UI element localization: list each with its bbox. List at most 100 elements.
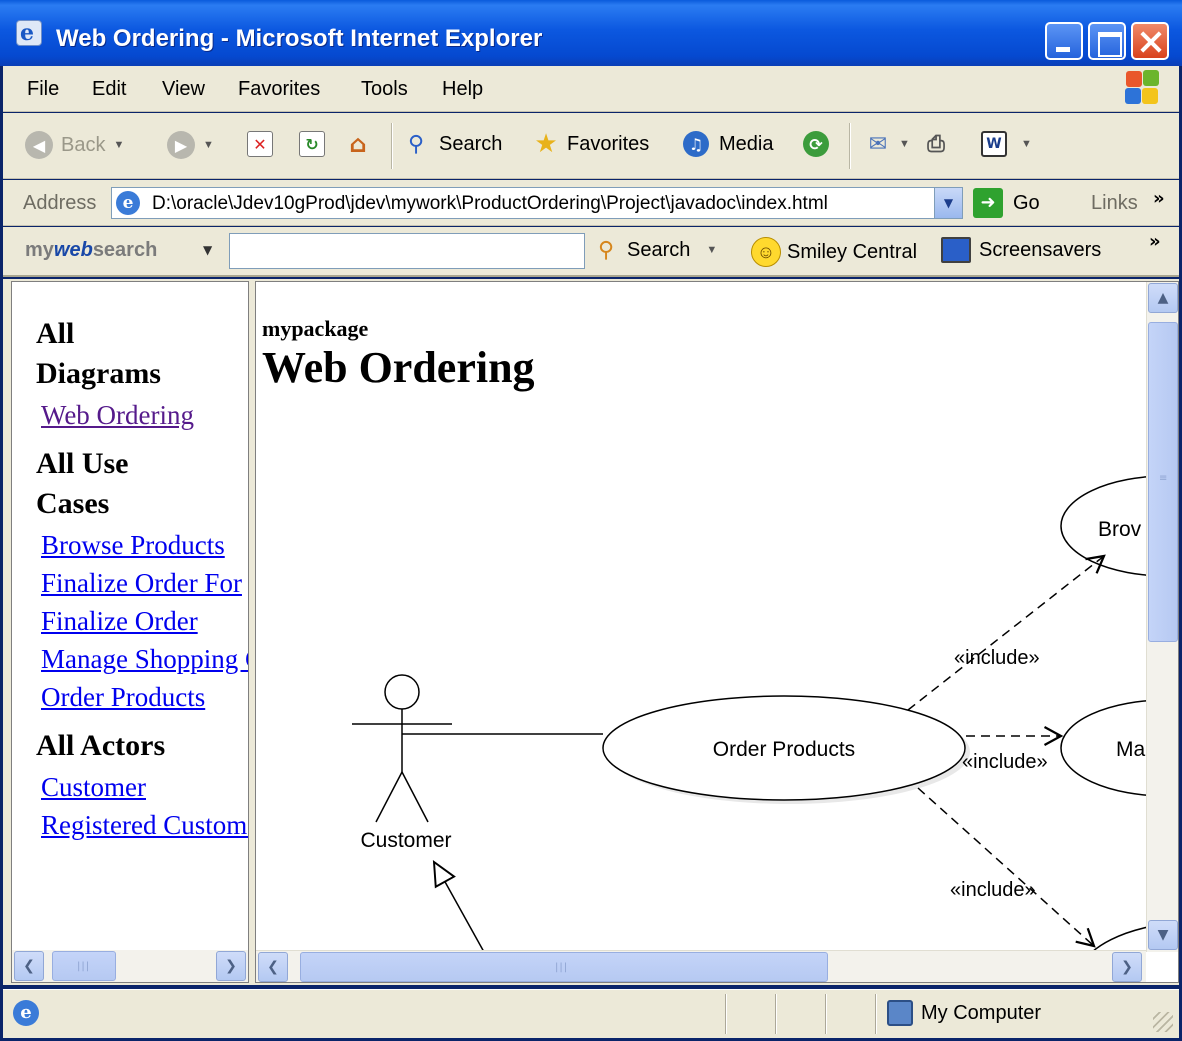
actor-link-customer[interactable]: Customer [41, 772, 146, 803]
history-icon: ⟳ [803, 131, 829, 157]
mail-dropdown-icon[interactable]: ▼ [899, 138, 910, 150]
edit-button[interactable]: W ▼ [981, 131, 1032, 157]
diagram-frame: mypackage Web Ordering Customer Order Pr… [255, 281, 1179, 983]
mywebsearch-search-button[interactable]: ⚲ Search ▼ [593, 237, 717, 263]
ie-document-icon: e [16, 20, 42, 46]
maximize-button[interactable] [1088, 22, 1126, 60]
resize-grip[interactable] [1153, 1012, 1173, 1032]
use-case-order-products[interactable]: Order Products [602, 695, 966, 801]
forward-arrow-icon: ▶ [167, 131, 195, 159]
favorites-button[interactable]: ★ Favorites [533, 129, 650, 159]
include-label-browse: «include» [954, 647, 1040, 669]
menu-favorites[interactable]: Favorites [238, 78, 320, 101]
search-icon: ⚲ [407, 131, 425, 157]
monitor-icon [941, 237, 971, 263]
menu-file[interactable]: File [27, 78, 59, 101]
status-divider [875, 994, 877, 1034]
scroll-right-icon[interactable]: ❯ [1112, 952, 1142, 982]
back-dropdown-icon[interactable]: ▼ [113, 139, 124, 151]
status-divider [825, 994, 827, 1034]
stop-button[interactable]: ✕ [247, 131, 273, 157]
print-icon: ⎙ [927, 131, 945, 157]
menu-help[interactable]: Help [442, 78, 483, 101]
diagram-horizontal-scrollbar[interactable]: ❮ ||| ❯ [256, 950, 1146, 982]
home-icon: ⌂ [349, 130, 367, 158]
vertical-scroll-thumb[interactable]: ≡ [1148, 322, 1178, 642]
navigation-scroll-thumb[interactable]: ||| [52, 951, 116, 981]
go-button[interactable]: ➜ Go [973, 188, 1040, 218]
diagram-link-web-ordering[interactable]: Web Ordering [41, 400, 194, 431]
zone-label: My Computer [921, 1001, 1042, 1024]
stop-icon: ✕ [247, 131, 273, 157]
navigation-horizontal-scrollbar[interactable]: ❮ ||| ❯ [12, 950, 248, 982]
use-case-link-manage-shopping-cart[interactable]: Manage Shopping Cart [41, 644, 248, 675]
use-case-manage-shopping-cart[interactable]: Ma [1060, 700, 1146, 796]
forward-button[interactable]: ▶ ▼ [167, 131, 214, 159]
toolbar-chevron-icon[interactable]: » [1149, 231, 1161, 252]
all-use-cases-heading: All Use Cases [36, 447, 129, 520]
mywebsearch-dropdown-icon[interactable]: ▼ [203, 243, 212, 257]
all-diagrams-heading: All Diagrams [36, 317, 161, 390]
word-edit-icon: W [981, 131, 1007, 157]
back-button[interactable]: ◀ Back ▼ [25, 131, 124, 159]
use-case-order-products-label: Order Products [713, 738, 855, 761]
refresh-button[interactable]: ↻ [299, 131, 325, 157]
forward-dropdown-icon[interactable]: ▼ [203, 139, 214, 151]
horizontal-scroll-thumb[interactable]: ||| [300, 952, 828, 982]
actor-link-registered-customer[interactable]: Registered Customer [41, 810, 248, 841]
use-case-browse-products[interactable]: Brov [1060, 476, 1146, 576]
menu-tools[interactable]: Tools [361, 78, 408, 101]
address-input[interactable]: e D:\oracle\Jdev10gProd\jdev\mywork\Prod… [111, 187, 963, 219]
scroll-right-icon[interactable]: ❯ [216, 951, 246, 981]
use-case-diagram: Customer Order Products Brov Ma «include… [352, 476, 1146, 952]
home-button[interactable]: ⌂ [345, 130, 371, 158]
favorites-label: Favorites [567, 132, 650, 155]
standard-toolbar: ◀ Back ▼ ▶ ▼ ✕ ↻ ⌂ ⚲ Search ★ Favorites … [3, 113, 1179, 179]
links-button[interactable]: Links [1091, 192, 1138, 215]
actor-customer[interactable]: Customer [352, 674, 452, 852]
smiley-central-label: Smiley Central [787, 240, 918, 263]
use-case-link-finalize-order[interactable]: Finalize Order [41, 606, 198, 637]
links-chevron-icon[interactable]: » [1153, 188, 1165, 209]
scroll-left-icon[interactable]: ❮ [14, 951, 44, 981]
use-case-finalize-order[interactable] [1076, 922, 1146, 952]
window-title: Web Ordering - Microsoft Internet Explor… [56, 25, 543, 52]
search-dropdown-icon[interactable]: ▼ [706, 244, 717, 256]
content-area: All Diagrams Web Ordering All Use Cases … [3, 279, 1179, 985]
status-bar: e My Computer [3, 989, 1179, 1038]
use-case-link-order-products[interactable]: Order Products [41, 682, 205, 713]
scroll-up-icon[interactable]: ▲ [1148, 283, 1178, 313]
search-button[interactable]: ⚲ Search [403, 131, 502, 157]
status-page-icon: e [13, 1000, 39, 1026]
edit-dropdown-icon[interactable]: ▼ [1021, 138, 1032, 150]
screensavers-button[interactable]: Screensavers [941, 237, 1101, 263]
scroll-left-icon[interactable]: ❮ [258, 952, 288, 982]
menu-edit[interactable]: Edit [92, 78, 126, 101]
scroll-down-icon[interactable]: ▼ [1148, 920, 1178, 950]
minimize-button[interactable] [1045, 22, 1083, 60]
mail-button[interactable]: ✉ ▼ [865, 131, 910, 157]
smiley-central-button[interactable]: ☺ Smiley Central [751, 237, 917, 267]
media-globe-icon: ♫ [683, 131, 709, 157]
mywebsearch-search-label: Search [627, 238, 691, 261]
mywebsearch-input[interactable] [229, 233, 585, 269]
magnifier-icon: ⚲ [597, 237, 615, 263]
smiley-icon: ☺ [751, 237, 781, 267]
print-button[interactable]: ⎙ [923, 131, 949, 157]
use-case-link-browse-products[interactable]: Browse Products [41, 530, 225, 561]
title-bar[interactable]: e Web Ordering - Microsoft Internet Expl… [0, 0, 1182, 66]
go-label: Go [1013, 191, 1040, 214]
history-button[interactable]: ⟳ [803, 131, 829, 157]
address-url[interactable]: D:\oracle\Jdev10gProd\jdev\mywork\Produc… [152, 193, 924, 215]
menu-view[interactable]: View [162, 78, 205, 101]
address-dropdown-icon[interactable]: ▼ [934, 188, 962, 218]
mail-icon: ✉ [868, 131, 888, 157]
mywebsearch-logo[interactable]: mywebsearch [25, 239, 157, 262]
use-case-link-finalize-order-for[interactable]: Finalize Order For [41, 568, 242, 599]
media-button[interactable]: ♫ Media [683, 131, 773, 157]
status-divider [725, 994, 727, 1034]
close-button[interactable] [1131, 22, 1169, 60]
diagram-vertical-scrollbar[interactable]: ▲ ≡ ▼ [1146, 282, 1178, 952]
menu-bar: File Edit View Favorites Tools Help [3, 66, 1179, 112]
address-bar: Address e D:\oracle\Jdev10gProd\jdev\myw… [3, 180, 1179, 226]
